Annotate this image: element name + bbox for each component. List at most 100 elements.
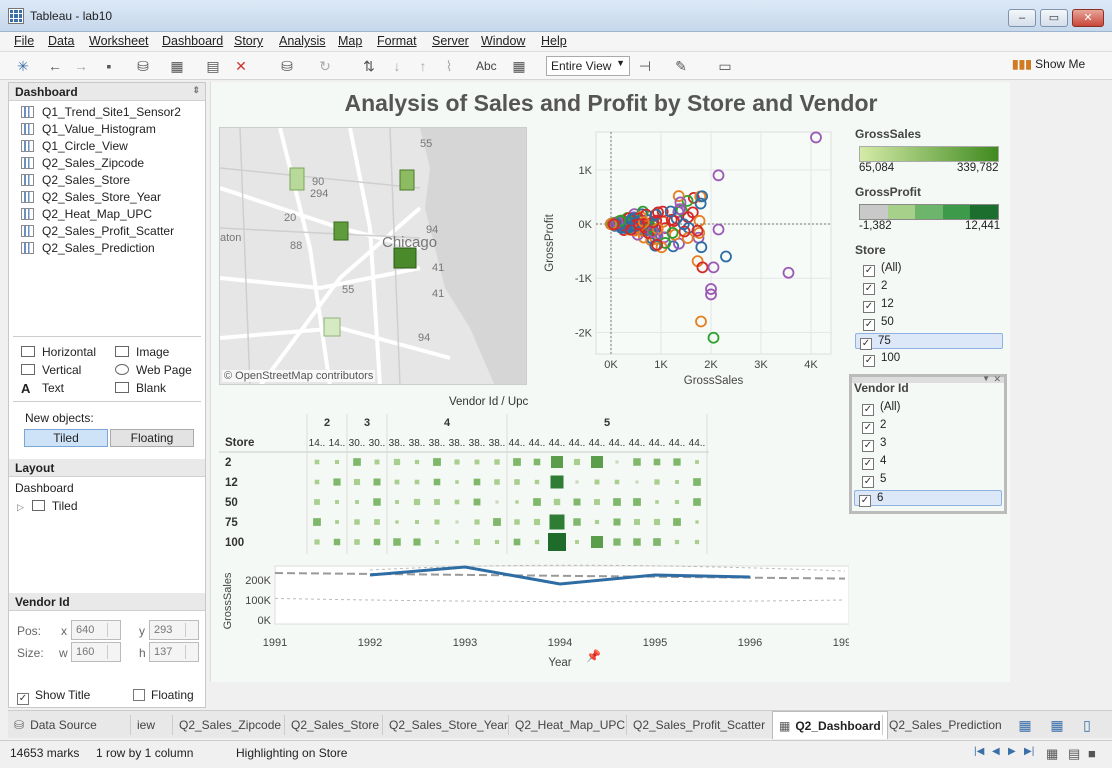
sheet-item[interactable]: Q1_Trend_Site1_Sensor2 bbox=[21, 105, 181, 122]
sort-desc-icon[interactable]: ↑ bbox=[414, 57, 432, 75]
store-filter-item-selected[interactable]: ✓ 75 bbox=[855, 333, 1003, 350]
menu-format[interactable]: Format bbox=[377, 34, 417, 48]
sheet-item[interactable]: Q2_Sales_Zipcode bbox=[21, 156, 144, 173]
gross-sales-color-ramp[interactable] bbox=[859, 146, 999, 162]
zipcode-area[interactable] bbox=[323, 317, 341, 337]
group-icon[interactable]: ⌇ bbox=[440, 57, 458, 75]
show-me-button[interactable]: ▮▮▮ Show Me bbox=[1012, 57, 1102, 75]
sheet-item[interactable]: Q2_Sales_Prediction bbox=[21, 241, 155, 258]
zipcode-area[interactable] bbox=[333, 221, 349, 241]
store-filter-item[interactable]: ✓ 2 bbox=[859, 279, 1005, 295]
undo-icon[interactable]: ← bbox=[46, 57, 64, 75]
upc-heat-map[interactable]: Vendor Id / Upc Store2345614..14..30..30… bbox=[219, 396, 709, 556]
minimize-button[interactable]: – bbox=[1008, 9, 1036, 27]
view-cards-icon[interactable]: ▦ bbox=[510, 57, 528, 75]
tab-store[interactable]: Q2_Sales_Store bbox=[284, 715, 385, 735]
tab-data-source[interactable]: ⛁ Data Source bbox=[8, 715, 103, 735]
new-story-tab-icon[interactable]: ▯ bbox=[1078, 716, 1096, 734]
close-icon[interactable]: ✕ bbox=[993, 374, 1001, 385]
tableau-logo-icon[interactable]: ✳ bbox=[14, 57, 32, 75]
vendor-filter-item[interactable]: ✓ (All) bbox=[858, 400, 998, 416]
layout-root[interactable]: Dashboard bbox=[15, 481, 74, 495]
sorter-icon[interactable]: ■ bbox=[1088, 746, 1096, 761]
new-dashboard-tab-icon[interactable]: ▦ bbox=[1048, 716, 1066, 734]
menu-help[interactable]: Help bbox=[541, 34, 567, 48]
duplicate-sheet-icon[interactable]: ▤ bbox=[204, 57, 222, 75]
show-labels-button[interactable]: Abc bbox=[476, 59, 497, 73]
dropdown-icon[interactable]: ▼ bbox=[982, 374, 990, 383]
menu-worksheet[interactable]: Worksheet bbox=[89, 34, 149, 48]
filmstrip-icon[interactable]: ▤ bbox=[1068, 746, 1080, 762]
refresh-icon[interactable]: ↻ bbox=[316, 57, 334, 75]
menu-dashboard[interactable]: Dashboard bbox=[162, 34, 223, 48]
next-sheet-icon[interactable]: ▶ bbox=[1008, 746, 1016, 757]
sheet-item[interactable]: Q1_Circle_View bbox=[21, 139, 128, 156]
redo-icon[interactable]: → bbox=[72, 57, 90, 75]
sort-asc-icon[interactable]: ↓ bbox=[388, 57, 406, 75]
menu-file[interactable]: File bbox=[14, 34, 34, 48]
menu-window[interactable]: Window bbox=[481, 34, 525, 48]
clear-sheet-icon[interactable]: ✕ bbox=[232, 57, 250, 75]
highlight-icon[interactable]: ✎ bbox=[672, 57, 690, 75]
sales-prediction-line[interactable]: 200K 100K 0K 1991 1992 1993 1994 1995 1996 1997 Ye… bbox=[219, 562, 857, 672]
vendor-filter-card[interactable]: ▼ ✕ Vendor Id ✓ (All) ✓ 2 ✓ 3 ✓ 4 ✓ 5 ✓ 6 bbox=[849, 374, 1007, 514]
tab-prediction[interactable]: Q2_Sales_Prediction bbox=[882, 715, 1008, 735]
layout-child[interactable]: ▷ Tiled bbox=[17, 499, 78, 513]
fit-dropdown[interactable]: Entire View ▼ bbox=[546, 56, 630, 76]
menu-data[interactable]: Data bbox=[48, 34, 74, 48]
store-filter-item[interactable]: ✓ 100 bbox=[859, 351, 1005, 367]
zipcode-area[interactable] bbox=[289, 167, 305, 191]
sheet-item[interactable]: Q2_Sales_Store bbox=[21, 173, 130, 190]
sales-map[interactable]: 90 294 20 88 55 55 94 41 41 94 72 aton C… bbox=[219, 127, 527, 385]
vendor-filter-item-selected[interactable]: ✓ 6 bbox=[854, 490, 1002, 507]
sheet-item[interactable]: Q2_Heat_Map_UPC bbox=[21, 207, 152, 224]
object-text[interactable]: A Text bbox=[21, 381, 64, 396]
sales-profit-scatter[interactable]: 0K 1K 2K 3K 4K 1K 0K -1K -2K GrossSales GrossProfi… bbox=[541, 127, 841, 387]
pin-icon[interactable]: 📌 bbox=[586, 649, 601, 663]
tiled-button[interactable]: Tiled bbox=[24, 429, 108, 447]
vendor-filter-item[interactable]: ✓ 5 bbox=[858, 472, 998, 488]
tab-view[interactable]: iew bbox=[130, 715, 161, 735]
vendor-filter-item[interactable]: ✓ 2 bbox=[858, 418, 998, 434]
tabs-view-icon[interactable]: ▦ bbox=[1046, 746, 1058, 762]
tab-heat-map[interactable]: Q2_Heat_Map_UPC bbox=[508, 715, 631, 735]
fix-axes-icon[interactable]: ⊣ bbox=[636, 57, 654, 75]
show-title-checkbox[interactable]: ✓ Show Title bbox=[17, 688, 90, 705]
swap-icon[interactable]: ⇅ bbox=[360, 57, 378, 75]
menu-map[interactable]: Map bbox=[338, 34, 362, 48]
size-w-field[interactable]: 160 bbox=[71, 642, 121, 662]
new-data-source-icon[interactable]: ⛁ bbox=[134, 57, 152, 75]
object-vertical[interactable]: Vertical bbox=[21, 363, 81, 377]
vendor-filter-item[interactable]: ✓ 3 bbox=[858, 436, 998, 452]
store-filter-item[interactable]: ✓ 12 bbox=[859, 297, 1005, 313]
tab-store-year[interactable]: Q2_Sales_Store_Year bbox=[382, 715, 514, 735]
close-window-button[interactable]: ✕ bbox=[1072, 9, 1104, 27]
pos-y-field[interactable]: 293 bbox=[149, 620, 199, 640]
object-image[interactable]: Image bbox=[115, 345, 169, 359]
last-sheet-icon[interactable]: ▶| bbox=[1024, 746, 1034, 757]
maximize-button[interactable]: ▭ bbox=[1040, 9, 1068, 27]
prev-sheet-icon[interactable]: ◀ bbox=[992, 746, 1000, 757]
size-h-field[interactable]: 137 bbox=[149, 642, 199, 662]
store-filter-item[interactable]: ✓ 50 bbox=[859, 315, 1005, 331]
save-icon[interactable]: ▪ bbox=[100, 57, 118, 75]
zipcode-area[interactable] bbox=[399, 169, 415, 191]
vendor-filter-item[interactable]: ✓ 4 bbox=[858, 454, 998, 470]
sheet-item[interactable]: Q1_Value_Histogram bbox=[21, 122, 156, 139]
menu-server[interactable]: Server bbox=[432, 34, 469, 48]
sheet-item[interactable]: Q2_Sales_Profit_Scatter bbox=[21, 224, 174, 241]
store-filter-item[interactable]: ✓ (All) bbox=[859, 261, 1005, 277]
menu-analysis[interactable]: Analysis bbox=[279, 34, 326, 48]
floating-checkbox[interactable]: Floating bbox=[133, 688, 194, 702]
pause-updates-icon[interactable]: ⛁ bbox=[278, 57, 296, 75]
menu-story[interactable]: Story bbox=[234, 34, 263, 48]
tab-dashboard[interactable]: ▦ Q2_Dashboard bbox=[772, 711, 888, 739]
first-sheet-icon[interactable]: |◀ bbox=[974, 746, 984, 757]
object-horizontal[interactable]: Horizontal bbox=[21, 345, 96, 359]
new-worksheet-tab-icon[interactable]: ▦ bbox=[1016, 716, 1034, 734]
tab-profit-scatter[interactable]: Q2_Sales_Profit_Scatter bbox=[626, 715, 771, 735]
sheet-item[interactable]: Q2_Sales_Store_Year bbox=[21, 190, 161, 207]
gross-profit-color-ramp[interactable] bbox=[859, 204, 999, 220]
object-blank[interactable]: Blank bbox=[115, 381, 166, 395]
zipcode-area[interactable] bbox=[393, 247, 417, 269]
